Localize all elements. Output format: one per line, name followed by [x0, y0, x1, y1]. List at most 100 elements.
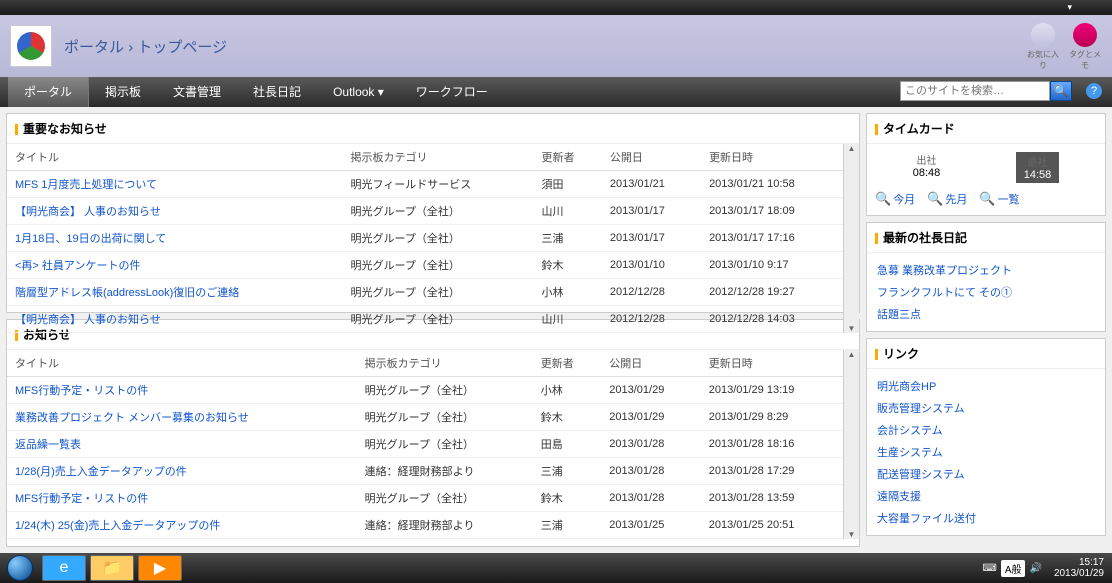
links-list: 明光商会HP販売管理システム会計システム生産システム配送管理システム遠隔支援大容…	[867, 369, 1105, 535]
row-title-link[interactable]: 業務改善プロジェクト メンバー募集のお知らせ	[7, 404, 357, 431]
nav-portal[interactable]: ポータル	[8, 77, 89, 107]
page-header: ポータル › トップページ お気に入り タグとメモ	[0, 15, 1112, 77]
panel-header: 最新の社長日記	[867, 223, 1105, 253]
external-link[interactable]: 大容量ファイル送付	[877, 507, 1095, 529]
row-title-link[interactable]: <再> 社員アンケートの件	[7, 252, 343, 279]
external-link[interactable]: 会計システム	[877, 419, 1095, 441]
external-link[interactable]: 生産システム	[877, 441, 1095, 463]
search-button[interactable]: 🔍	[1050, 81, 1072, 101]
tc-list[interactable]: 🔍一覧	[979, 191, 1019, 207]
table-row[interactable]: 【明光商会】 人事のお知らせ明光グループ（全社）山川2012/12/282012…	[7, 306, 843, 333]
diary-link[interactable]: 急募 業務改革プロジェクト	[877, 259, 1095, 281]
nav-outlook[interactable]: Outlook ▾	[317, 77, 400, 107]
tray-ime-icon[interactable]: ⌨	[982, 563, 996, 574]
tags-memo-button[interactable]: タグとメモ	[1068, 23, 1102, 67]
important-table: タイトル 掲示板カテゴリ 更新者 公開日 更新日時 MFS 1月度売上処理につい…	[7, 144, 843, 333]
help-button[interactable]: ?	[1086, 83, 1102, 99]
table-row[interactable]: 1/28(月)売上入金データアップの件連絡：経理財務部より三浦2013/01/2…	[7, 458, 843, 485]
breadcrumb-root[interactable]: ポータル	[64, 39, 124, 56]
header-actions: お気に入り タグとメモ	[1026, 23, 1102, 67]
important-table-wrap: タイトル 掲示板カテゴリ 更新者 公開日 更新日時 MFS 1月度売上処理につい…	[7, 144, 859, 333]
table-row[interactable]: MFS行動予定・リストの件明光グループ（全社）小林2013/01/292013/…	[7, 377, 843, 404]
nav-workflow[interactable]: ワークフロー	[400, 77, 504, 107]
row-title-link[interactable]: 階層型アドレス帳(addressLook)復旧のご連絡	[7, 279, 343, 306]
panel-timecard: タイムカード 出社 08:48 退社 14:58 🔍今月	[866, 113, 1106, 216]
main-area: 重要なお知らせ タイトル 掲示板カテゴリ 更新者 公開日 更新日時 MFS 1月…	[0, 107, 1112, 553]
diary-link[interactable]: 話題三点	[877, 303, 1095, 325]
table-row[interactable]: 1月18日、19日の出荷に関して明光グループ（全社）三浦2013/01/1720…	[7, 225, 843, 252]
tray-icon[interactable]: 🔊	[1029, 563, 1041, 574]
table-row[interactable]: 返品繰一覧表明光グループ（全社）田島2013/01/282013/01/28 1…	[7, 431, 843, 458]
window-titlebar: ▾	[0, 0, 1112, 15]
system-tray: ⌨ A般 🔊 15:17 2013/01/29	[982, 557, 1112, 579]
taskbar-media-player[interactable]: ▶	[138, 555, 182, 581]
favorites-button[interactable]: お気に入り	[1026, 23, 1060, 67]
tc-last-month[interactable]: 🔍先月	[927, 191, 967, 207]
col-title: タイトル	[7, 144, 343, 171]
panel-important-news: 重要なお知らせ タイトル 掲示板カテゴリ 更新者 公開日 更新日時 MFS 1月…	[6, 113, 860, 313]
nav-board[interactable]: 掲示板	[89, 77, 157, 107]
external-link[interactable]: 遠隔支援	[877, 485, 1095, 507]
breadcrumb-current: トップページ	[137, 39, 227, 56]
taskbar-ie[interactable]: e	[42, 555, 86, 581]
col-updated: 更新日時	[701, 350, 843, 377]
external-link[interactable]: 配送管理システム	[877, 463, 1095, 485]
col-updated: 更新日時	[701, 144, 843, 171]
panel-diary: 最新の社長日記 急募 業務改革プロジェクトフランクフルトにて その①話題三点	[866, 222, 1106, 332]
search-icon: 🔍	[1054, 84, 1069, 98]
site-search: 🔍	[900, 81, 1072, 101]
table-row[interactable]: MFS行動予定・リストの件明光グループ（全社）鈴木2013/01/282013/…	[7, 485, 843, 512]
row-title-link[interactable]: 1/24(木) 25(金)売上入金データアップの件	[7, 512, 357, 539]
ime-mode[interactable]: A般	[1001, 560, 1026, 577]
magnifier-icon: 🔍	[979, 191, 995, 207]
timecard-body: 出社 08:48 退社 14:58 🔍今月 🔍先月 🔍一覧	[867, 144, 1105, 215]
news-table-wrap: タイトル 掲示板カテゴリ 更新者 公開日 更新日時 MFS行動予定・リストの件明…	[7, 350, 859, 539]
table-row[interactable]: 業務改善プロジェクト メンバー募集のお知らせ明光グループ（全社）鈴木2013/0…	[7, 404, 843, 431]
row-title-link[interactable]: 1月18日、19日の出荷に関して	[7, 225, 343, 252]
scrollbar[interactable]	[843, 144, 859, 333]
table-row[interactable]: MFS 1月度売上処理について明光フィールドサービス須田2013/01/2120…	[7, 171, 843, 198]
magnifier-icon: 🔍	[927, 191, 943, 207]
row-title-link[interactable]: 【明光商会】 人事のお知らせ	[7, 198, 343, 225]
col-category: 掲示板カテゴリ	[357, 350, 533, 377]
scrollbar[interactable]	[843, 350, 859, 539]
table-row[interactable]: 1/24(木) 25(金)売上入金データアップの件連絡：経理財務部より三浦201…	[7, 512, 843, 539]
taskbar-explorer[interactable]: 📁	[90, 555, 134, 581]
browser-content: ポータル › トップページ お気に入り タグとメモ ポータル 掲示板 文書管理 …	[0, 15, 1112, 553]
nav-diary[interactable]: 社長日記	[237, 77, 317, 107]
col-updater: 更新者	[533, 350, 602, 377]
table-row[interactable]: <再> 社員アンケートの件明光グループ（全社）鈴木2013/01/102013/…	[7, 252, 843, 279]
magnifier-icon: 🔍	[875, 191, 891, 207]
row-title-link[interactable]: MFS 1月度売上処理について	[7, 171, 343, 198]
titlebar-dropdown-icon[interactable]: ▾	[1067, 2, 1072, 13]
col-published: 公開日	[602, 144, 701, 171]
panel-header: リンク	[867, 339, 1105, 369]
taskbar-clock[interactable]: 15:17 2013/01/29	[1054, 557, 1104, 579]
diary-link[interactable]: フランクフルトにて その①	[877, 281, 1095, 303]
table-row[interactable]: 階層型アドレス帳(addressLook)復旧のご連絡明光グループ（全社）小林2…	[7, 279, 843, 306]
row-title-link[interactable]: MFS行動予定・リストの件	[7, 485, 357, 512]
diary-list: 急募 業務改革プロジェクトフランクフルトにて その①話題三点	[867, 253, 1105, 331]
breadcrumb-sep: ›	[128, 39, 133, 56]
panel-header: タイムカード	[867, 114, 1105, 144]
start-button[interactable]	[0, 553, 40, 583]
external-link[interactable]: 販売管理システム	[877, 397, 1095, 419]
table-row[interactable]: 【明光商会】 人事のお知らせ明光グループ（全社）山川2013/01/172013…	[7, 198, 843, 225]
search-input[interactable]	[900, 81, 1050, 101]
clock-out[interactable]: 退社 14:58	[1016, 152, 1060, 183]
row-title-link[interactable]: 【明光商会】 人事のお知らせ	[7, 306, 343, 333]
panel-links: リンク 明光商会HP販売管理システム会計システム生産システム配送管理システム遠隔…	[866, 338, 1106, 536]
nav-documents[interactable]: 文書管理	[157, 77, 237, 107]
row-title-link[interactable]: MFS行動予定・リストの件	[7, 377, 357, 404]
row-title-link[interactable]: 返品繰一覧表	[7, 431, 357, 458]
news-table: タイトル 掲示板カテゴリ 更新者 公開日 更新日時 MFS行動予定・リストの件明…	[7, 350, 843, 539]
col-published: 公開日	[601, 350, 700, 377]
windows-icon	[7, 555, 33, 581]
external-link[interactable]: 明光商会HP	[877, 375, 1095, 397]
row-title-link[interactable]: 1/28(月)売上入金データアップの件	[7, 458, 357, 485]
breadcrumb: ポータル › トップページ	[64, 36, 227, 57]
col-updater: 更新者	[533, 144, 601, 171]
col-title: タイトル	[7, 350, 357, 377]
panel-news: お知らせ タイトル 掲示板カテゴリ 更新者 公開日 更新日時 MFS行動予定・リ…	[6, 319, 860, 547]
tc-this-month[interactable]: 🔍今月	[875, 191, 915, 207]
